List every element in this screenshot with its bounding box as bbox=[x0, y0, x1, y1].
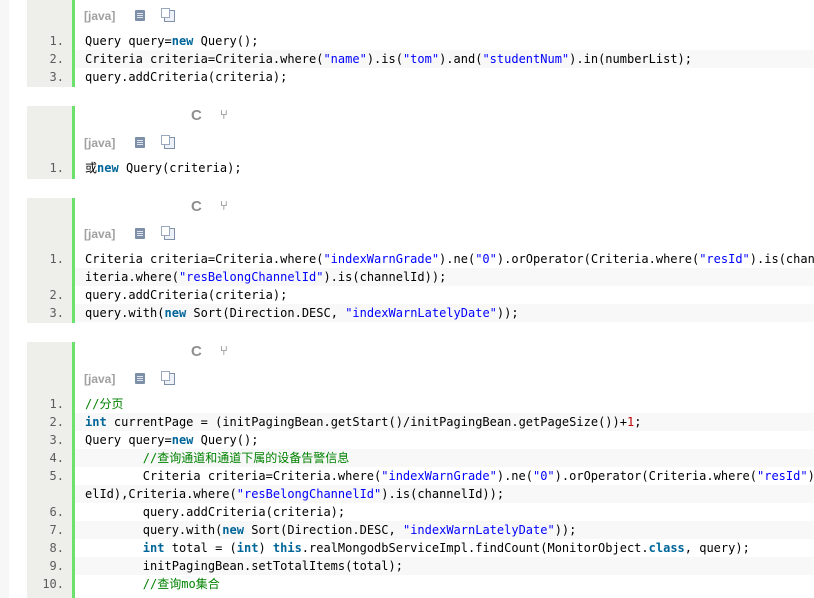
line-number: 9. bbox=[49, 559, 64, 573]
copy-icon[interactable] bbox=[161, 371, 175, 385]
code-line: 2. Criteria criteria=Criteria.where("name… bbox=[27, 50, 814, 68]
code-line: 1. //分页 bbox=[27, 395, 814, 413]
line-number: 7. bbox=[49, 523, 64, 537]
language-label[interactable]: [java] bbox=[84, 8, 115, 24]
view-source-icon[interactable] bbox=[135, 10, 145, 21]
line-number: 6. bbox=[49, 505, 64, 519]
line-number: 4. bbox=[49, 451, 64, 465]
line-number: 1. bbox=[49, 397, 64, 411]
code-line: 3. query.with(new Sort(Direction.DESC, "i… bbox=[27, 304, 814, 322]
code-text: //查询mo集合 bbox=[142, 577, 220, 591]
copy-icon[interactable] bbox=[161, 226, 175, 240]
code-line: 9. initPagingBean.setTotalItems(total); bbox=[27, 557, 814, 575]
line-number: 2. bbox=[49, 415, 64, 429]
fork-icon[interactable]: ⑂ bbox=[220, 199, 228, 215]
code-snippet-block: C ⑂ [java] 1. Criteria criteria=Criteria.whe… bbox=[27, 198, 814, 323]
code-line: iteria.where("resBelongChannelId").is(ch… bbox=[27, 268, 814, 286]
code-text: Criteria criteria=Criteria.where("name")… bbox=[75, 50, 814, 68]
code-text: Query query=new Query(); bbox=[85, 433, 259, 447]
line-number: 1. bbox=[49, 34, 64, 48]
code-text: Criteria criteria=Criteria.where("indexW… bbox=[142, 469, 814, 483]
code-text: query.with(new Sort(Direction.DESC, "ind… bbox=[75, 304, 814, 322]
code-snippet-block: [java] 1. Query query=new Query(); 2. Criter… bbox=[27, 0, 814, 87]
line-number: 3. bbox=[49, 70, 64, 84]
code-action-c-icon[interactable]: C bbox=[191, 199, 202, 215]
code-snippet-block: C ⑂ [java] 1. 或new Query(criteria); bbox=[27, 106, 814, 179]
code-text: Criteria criteria=Criteria.where("indexW… bbox=[85, 252, 814, 266]
code-text: int total = (int) this.realMongodbServic… bbox=[142, 541, 750, 555]
fork-icon[interactable]: ⑂ bbox=[220, 344, 228, 360]
language-label[interactable]: [java] bbox=[84, 371, 115, 387]
code-line: 1. Criteria criteria=Criteria.where("inde… bbox=[27, 250, 814, 268]
view-source-icon[interactable] bbox=[135, 228, 145, 239]
copy-icon[interactable] bbox=[161, 8, 175, 22]
language-label[interactable]: [java] bbox=[84, 135, 115, 151]
code-line: 5. Criteria criteria=Criteria.where("ind… bbox=[27, 467, 814, 485]
line-number: 3. bbox=[49, 433, 64, 447]
code-line: 3. query.addCriteria(criteria); bbox=[27, 68, 814, 86]
line-number: 1. bbox=[49, 161, 64, 175]
code-text: 或new Query(criteria); bbox=[85, 161, 242, 175]
code-line: 10. //查询mo集合 bbox=[27, 575, 814, 593]
code-text: query.addCriteria(criteria); bbox=[142, 505, 346, 519]
code-action-c-icon[interactable]: C bbox=[191, 108, 202, 124]
line-number: 2. bbox=[49, 52, 64, 66]
code-action-c-icon[interactable]: C bbox=[191, 344, 202, 360]
view-source-icon[interactable] bbox=[135, 373, 145, 384]
language-label[interactable]: [java] bbox=[84, 226, 115, 242]
code-line: 8. int total = (int) this.realMongodbSer… bbox=[27, 539, 814, 557]
code-line: 2. int currentPage = (initPagingBean.getS… bbox=[27, 413, 814, 431]
line-number: 2. bbox=[49, 288, 64, 302]
code-text: Query query=new Query(); bbox=[85, 34, 259, 48]
line-number: 5. bbox=[49, 469, 64, 483]
line-number: 8. bbox=[49, 541, 64, 555]
code-snippet-block: C ⑂ [java] 1. //分页 2. int currentPage = (initP… bbox=[27, 342, 814, 598]
code-text: elId),Criteria.where("resBelongChannelId… bbox=[75, 485, 814, 503]
line-number: 10. bbox=[42, 577, 64, 591]
code-line: 6. query.addCriteria(criteria); bbox=[27, 503, 814, 521]
code-text: initPagingBean.setTotalItems(total); bbox=[75, 557, 814, 575]
code-text: //分页 bbox=[85, 397, 124, 411]
code-text: query.addCriteria(criteria); bbox=[85, 288, 288, 302]
copy-icon[interactable] bbox=[161, 135, 175, 149]
fork-icon[interactable]: ⑂ bbox=[220, 108, 228, 124]
code-line: 1. 或new Query(criteria); bbox=[27, 159, 814, 177]
code-line: 7. query.with(new Sort(Direction.DESC, "… bbox=[27, 521, 814, 539]
code-line: 3. Query query=new Query(); bbox=[27, 431, 814, 449]
code-text: int currentPage = (initPagingBean.getSta… bbox=[75, 413, 814, 431]
code-text: //查询通道和通道下属的设备告警信息 bbox=[75, 449, 814, 467]
page-left-margin bbox=[0, 0, 9, 598]
code-line: elId),Criteria.where("resBelongChannelId… bbox=[27, 485, 814, 503]
view-source-icon[interactable] bbox=[135, 137, 145, 148]
code-line: 1. Query query=new Query(); bbox=[27, 32, 814, 50]
code-text: iteria.where("resBelongChannelId").is(ch… bbox=[75, 268, 814, 286]
code-line: 4. //查询通道和通道下属的设备告警信息 bbox=[27, 449, 814, 467]
code-text: query.with(new Sort(Direction.DESC, "ind… bbox=[75, 521, 814, 539]
line-number: 3. bbox=[49, 306, 64, 320]
code-text: query.addCriteria(criteria); bbox=[85, 70, 288, 84]
code-line: 2. query.addCriteria(criteria); bbox=[27, 286, 814, 304]
line-number: 1. bbox=[49, 252, 64, 266]
